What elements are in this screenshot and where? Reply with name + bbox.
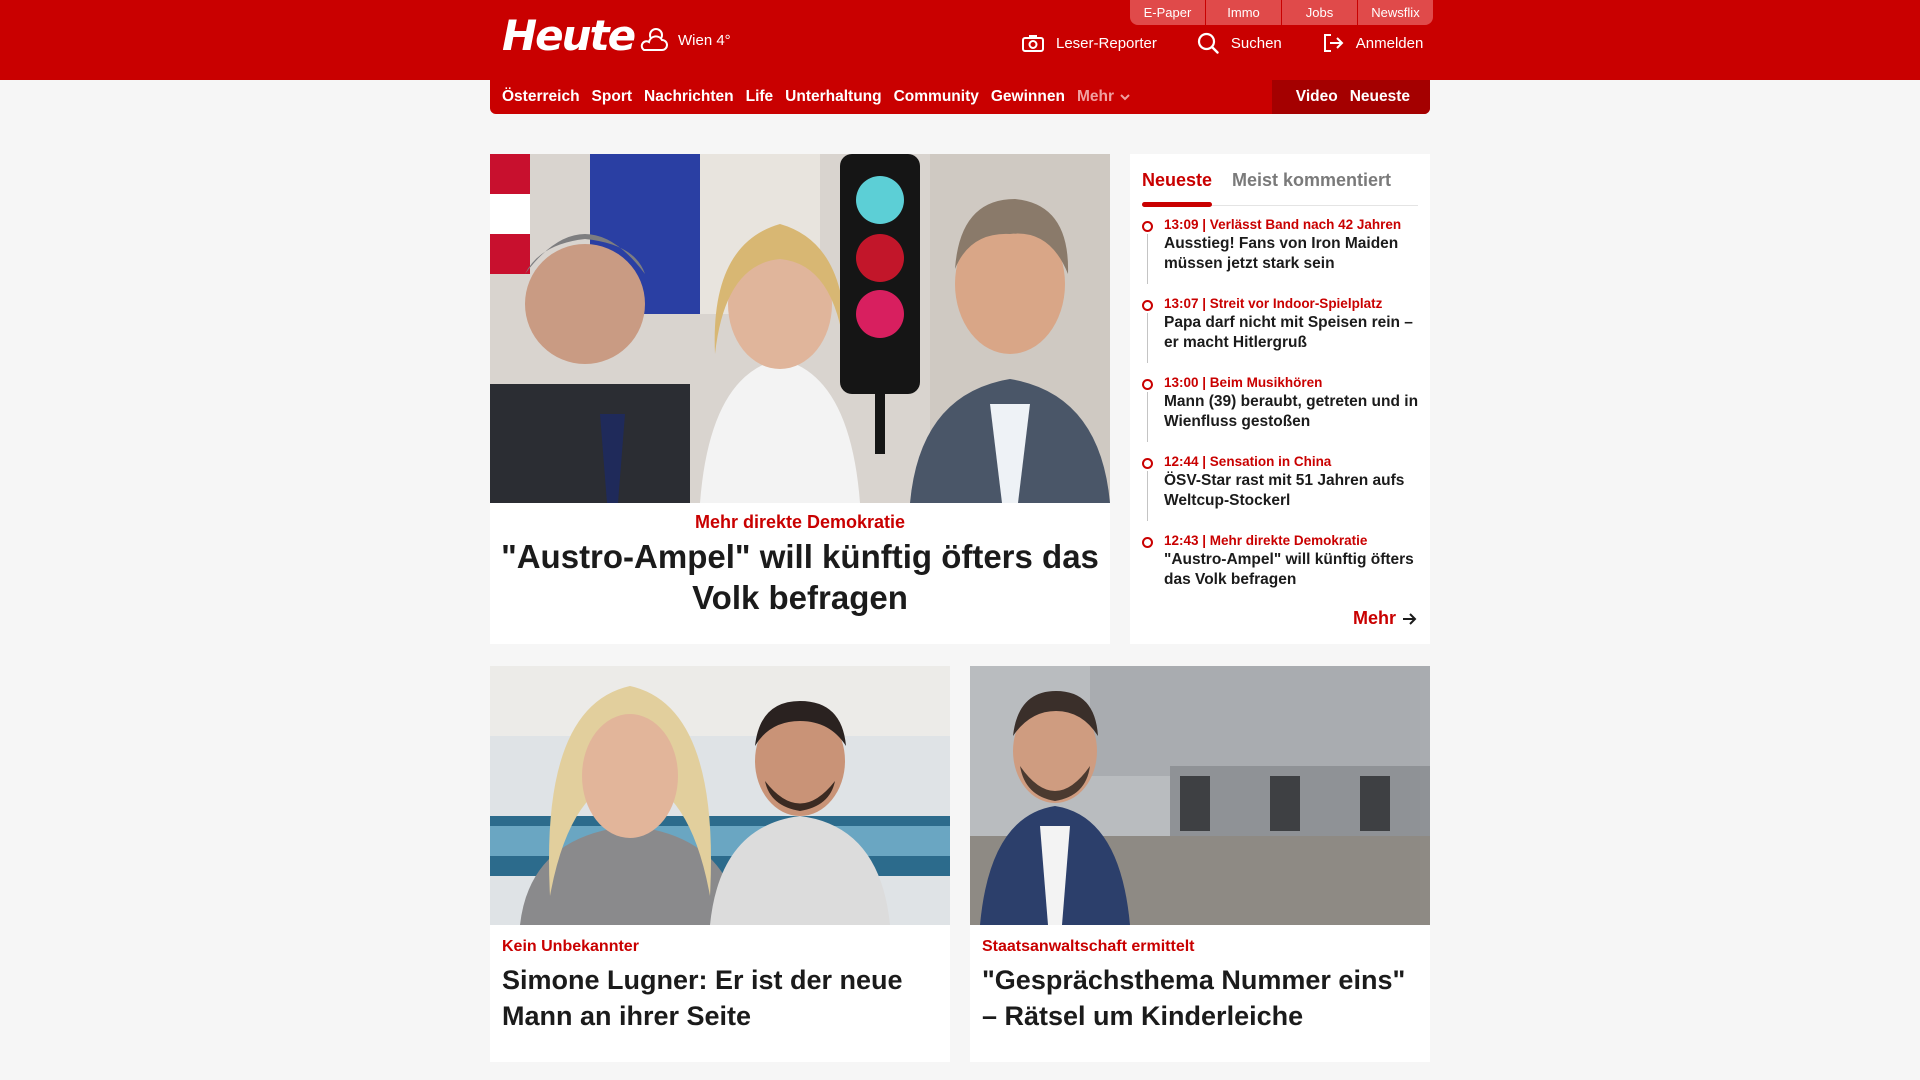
- timeline-dot: [1142, 458, 1153, 469]
- timeline-dot: [1142, 379, 1153, 390]
- news-item-meta: 12:43 | Mehr direkte Demokratie: [1164, 533, 1368, 548]
- camera-icon: [1022, 35, 1044, 52]
- login-button[interactable]: Anmelden: [1322, 32, 1424, 54]
- main-article-kicker: Mehr direkte Demokratie: [694, 512, 906, 532]
- tab-neueste[interactable]: Neueste: [1142, 170, 1212, 191]
- nav-more-label: Mehr: [1076, 88, 1114, 105]
- nav-item-life[interactable]: Life: [746, 88, 774, 106]
- list-item[interactable]: 13:07 | Streit vor Indoor-Spielplatz Pap…: [1142, 295, 1422, 374]
- news-item-title[interactable]: "Austro-Ampel" will künftig öfters das V…: [1164, 550, 1422, 590]
- nav-right-section: Video Neueste: [1272, 80, 1430, 114]
- news-tabs: Neueste Meist kommentiert: [1142, 162, 1418, 207]
- list-item[interactable]: 13:00 | Beim Musikhören Mann (39) beraub…: [1142, 374, 1422, 453]
- news-item-meta: 13:07 | Streit vor Indoor-Spielplatz: [1164, 296, 1383, 311]
- timeline-dot: [1142, 537, 1153, 548]
- header-actions: Leser-Reporter Suchen Anmelden: [1022, 32, 1423, 54]
- top-link-immo[interactable]: Immo: [1206, 0, 1281, 25]
- timeline-dot: [1142, 300, 1153, 311]
- news-item-meta: 12:44 | Sensation in China: [1164, 454, 1332, 469]
- search-icon: [1197, 32, 1219, 54]
- timeline-line: [1147, 234, 1148, 284]
- top-link-newsflix[interactable]: Newsflix: [1358, 0, 1433, 25]
- nav-item-video[interactable]: Video: [1296, 88, 1338, 106]
- main-article-card[interactable]: Mehr direkte Demokratie "Austro-Ampel" w…: [490, 154, 1110, 644]
- news-item-title[interactable]: Mann (39) beraubt, getreten und in Wienf…: [1164, 392, 1422, 432]
- nav-item-unterhaltung[interactable]: Unterhaltung: [785, 88, 881, 106]
- main-article-image[interactable]: [490, 154, 1110, 503]
- timeline-line: [1147, 471, 1148, 521]
- search-button[interactable]: Suchen: [1197, 32, 1282, 54]
- login-icon: [1323, 34, 1344, 52]
- nav-more-dropdown[interactable]: Mehr: [1077, 88, 1132, 106]
- article-image[interactable]: [490, 666, 950, 925]
- leser-reporter-label: Leser-Reporter: [1056, 34, 1157, 52]
- leser-reporter-button[interactable]: Leser-Reporter: [1022, 32, 1157, 54]
- timeline-line: [1147, 313, 1148, 363]
- news-item-meta: 13:00 | Beim Musikhören: [1164, 375, 1323, 390]
- news-item-title[interactable]: Ausstieg! Fans von Iron Maiden müssen je…: [1164, 234, 1422, 274]
- more-news-link[interactable]: Mehr: [1353, 608, 1418, 629]
- list-item[interactable]: 13:09 | Verlässt Band nach 42 Jahren Aus…: [1142, 216, 1422, 295]
- heute-logo[interactable]: Heute: [502, 10, 636, 62]
- news-item-meta: 13:09 | Verlässt Band nach 42 Jahren: [1164, 217, 1402, 232]
- chevron-down-icon: [1120, 94, 1130, 101]
- latest-news-panel: Neueste Meist kommentiert 13:09 | Verläs…: [1130, 154, 1430, 644]
- more-news-label: Mehr: [1352, 608, 1396, 628]
- search-label: Suchen: [1230, 34, 1282, 52]
- arrow-right-icon: [1403, 612, 1417, 625]
- article-card[interactable]: Kein Unbekannter Simone Lugner: Er ist d…: [490, 666, 950, 1062]
- nav-item-community[interactable]: Community: [894, 88, 979, 106]
- nav-item-nachrichten[interactable]: Nachrichten: [644, 88, 734, 106]
- news-list: 13:09 | Verlässt Band nach 42 Jahren Aus…: [1142, 216, 1422, 611]
- nav-item-sport[interactable]: Sport: [592, 88, 632, 106]
- article-headline[interactable]: "Gesprächsthema Nummer eins" – Rätsel um…: [982, 962, 1422, 1034]
- article-kicker: Staatsanwaltschaft ermittelt: [982, 938, 1195, 955]
- article-kicker: Kein Unbekannter: [502, 938, 639, 955]
- weather-widget[interactable]: Wien 4°: [638, 26, 731, 54]
- cloud-sun-icon: [640, 28, 668, 51]
- list-item[interactable]: 12:43 | Mehr direkte Demokratie "Austro-…: [1142, 532, 1422, 611]
- nav-item-gewinnen[interactable]: Gewinnen: [991, 88, 1065, 106]
- weather-label: Wien 4°: [678, 31, 731, 49]
- timeline-dot: [1142, 221, 1153, 232]
- article-card[interactable]: Staatsanwaltschaft ermittelt "Gesprächst…: [970, 666, 1430, 1062]
- main-navigation: Österreich Sport Nachrichten Life Unterh…: [490, 80, 1430, 114]
- login-label: Anmelden: [1355, 34, 1424, 52]
- top-link-jobs[interactable]: Jobs: [1282, 0, 1357, 25]
- nav-item-oesterreich[interactable]: Österreich: [502, 88, 580, 106]
- active-tab-indicator: [1142, 202, 1212, 207]
- nav-item-neueste[interactable]: Neueste: [1350, 88, 1410, 106]
- top-links: E-Paper Immo Jobs Newsflix: [1130, 0, 1433, 25]
- main-article-headline[interactable]: "Austro-Ampel" will künftig öfters das V…: [490, 536, 1110, 618]
- news-item-title[interactable]: Papa darf nicht mit Speisen rein – er ma…: [1164, 313, 1422, 353]
- list-item[interactable]: 12:44 | Sensation in China ÖSV-Star rast…: [1142, 453, 1422, 532]
- article-headline[interactable]: Simone Lugner: Er ist der neue Mann an i…: [502, 962, 942, 1034]
- site-header: E-Paper Immo Jobs Newsflix Heute Wien 4°…: [0, 0, 1920, 80]
- timeline-line: [1147, 392, 1148, 442]
- news-item-title[interactable]: ÖSV-Star rast mit 51 Jahren aufs Weltcup…: [1164, 471, 1422, 511]
- tab-meist-kommentiert[interactable]: Meist kommentiert: [1232, 170, 1391, 191]
- top-link-epaper[interactable]: E-Paper: [1130, 0, 1205, 25]
- article-image[interactable]: [970, 666, 1430, 925]
